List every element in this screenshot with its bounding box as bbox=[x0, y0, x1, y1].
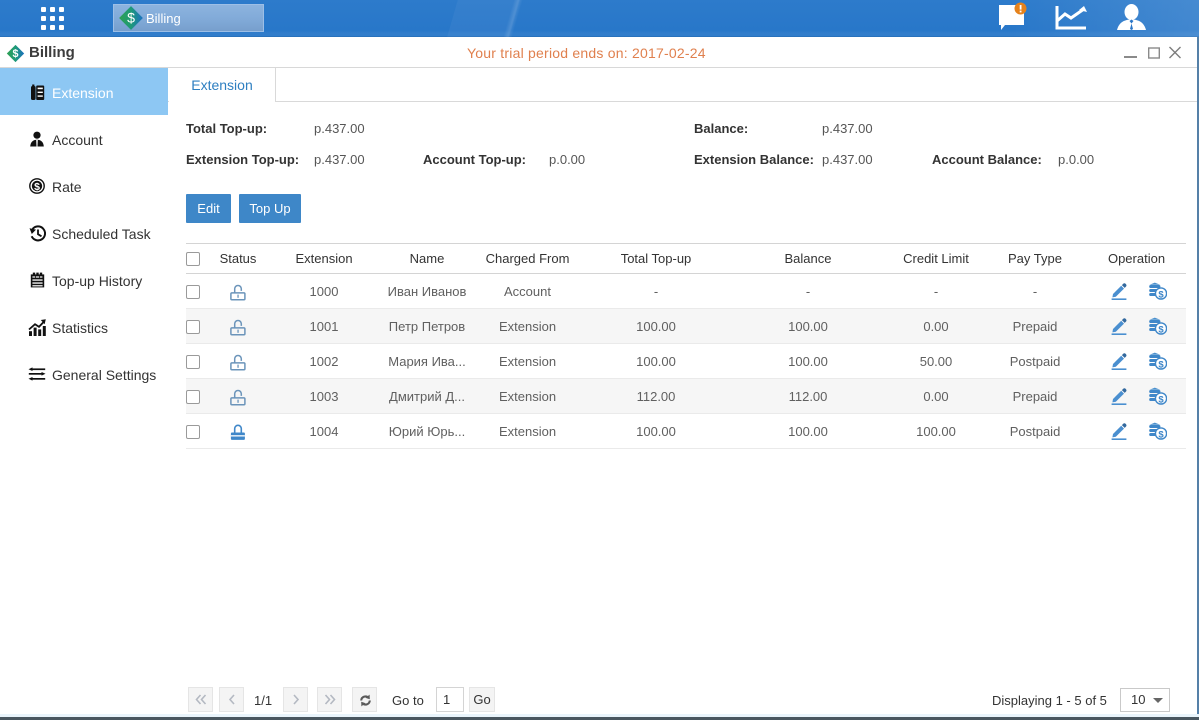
svg-text:$: $ bbox=[34, 181, 40, 193]
svg-text:$: $ bbox=[1158, 359, 1164, 370]
svg-text:$: $ bbox=[127, 9, 135, 25]
svg-text:$: $ bbox=[13, 48, 19, 60]
svg-text:$: $ bbox=[1158, 324, 1164, 335]
svg-text:$: $ bbox=[1158, 394, 1164, 405]
svg-text:$: $ bbox=[1158, 289, 1164, 300]
svg-text:$: $ bbox=[1158, 429, 1164, 440]
